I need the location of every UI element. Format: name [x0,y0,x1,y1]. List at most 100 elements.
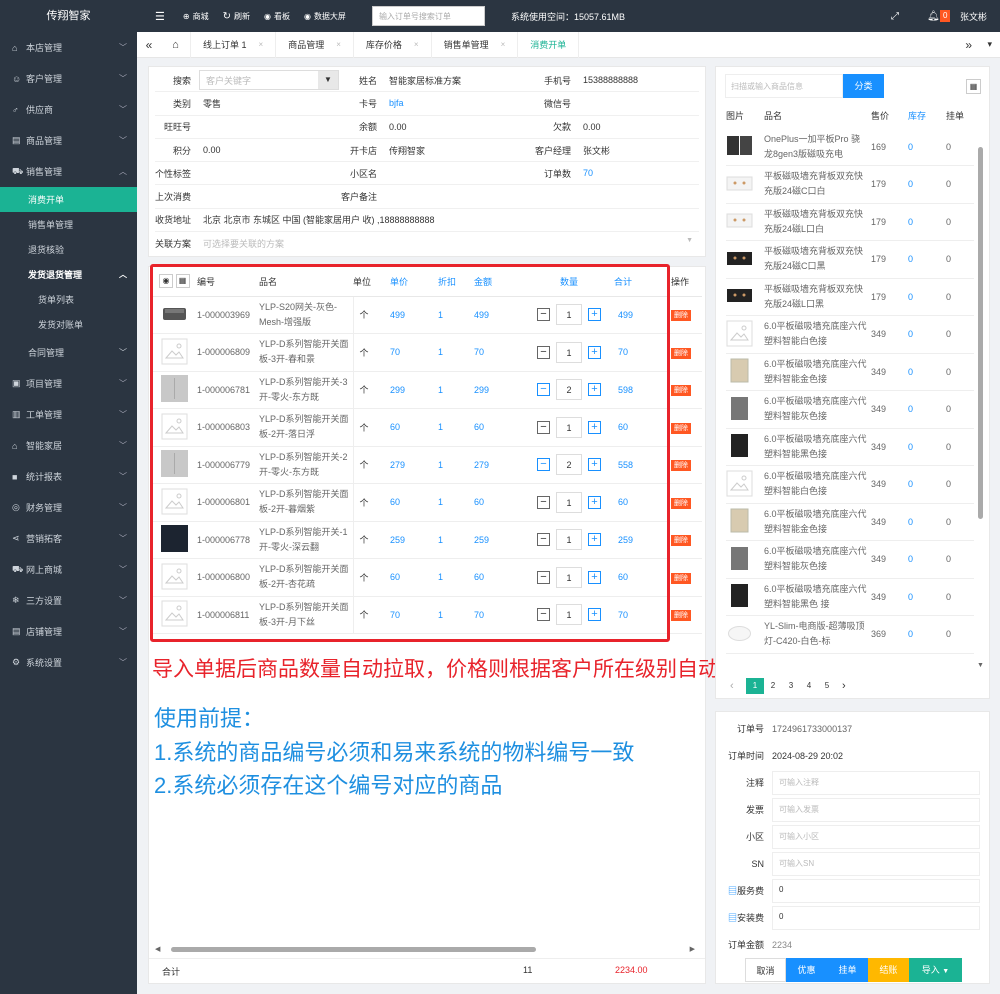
sidebar-bottom-item-5[interactable]: ⋖ 营销拓客 ﹀ [0,523,137,554]
menu-icon[interactable]: ☰ [155,10,165,23]
community-input[interactable]: 可输入小区 [772,824,980,849]
customer-search-input[interactable]: 客户关键字 ▼ [199,70,339,91]
sidebar-bottom-item-4[interactable]: ◎ 财务管理 ﹀ [0,492,137,523]
settle-button[interactable]: 结账 [868,958,909,982]
dropdown-icon[interactable]: ▼ [318,71,338,90]
v-scrollbar[interactable]: ▼ [977,139,985,669]
sidebar-sub-1[interactable]: 销售单管理 [0,212,137,237]
sidebar-bottom-item-7[interactable]: ❄ 三方设置 ﹀ [0,585,137,616]
page-2[interactable]: 2 [764,678,782,694]
sidebar-bottom-item-0[interactable]: ▣ 项目管理 ﹀ [0,368,137,399]
sidebar-contract[interactable]: 合同管理 ﹀ [0,337,137,368]
address-link[interactable]: 收货地址 [155,213,199,226]
home-icon[interactable]: ⌂ [161,31,191,58]
delete-button[interactable]: 删除 [671,610,691,622]
discount-button[interactable]: 优惠 [786,958,827,982]
screen-button[interactable]: ◉ 数据大屏 [304,11,346,22]
sidebar-item-2[interactable]: ♂ 供应商 ﹀ [0,94,137,125]
tabs-menu-icon[interactable]: ▾ [987,39,992,50]
bell-icon[interactable]: 🔔︎ [927,11,940,22]
list-item[interactable]: YL-Slim-电商版-超薄吸顶灯-C420-白色-标 369 0 0 [726,615,974,654]
delete-button[interactable]: 删除 [671,422,691,434]
service-fee-input[interactable]: 0 [772,878,980,903]
page-5[interactable]: 5 [818,678,836,694]
list-item[interactable]: OnePlus一加平板Pro 骁龙8gen3版磁吸充电 169 0 0 [726,128,974,166]
order-search-input[interactable]: 输入订单号搜索订单 [371,6,485,26]
tabs-prev-icon[interactable]: « [137,38,161,52]
invoice-input[interactable]: 可输入发票 [772,797,980,822]
qr-icon[interactable]: ▦ [966,79,981,94]
sidebar-sub-2[interactable]: 退货核验 [0,237,137,262]
board-button[interactable]: ◉ 看板 [264,11,290,22]
page-3[interactable]: 3 [782,678,800,694]
scroll-left-icon[interactable]: ◀ [155,945,160,953]
sidebar-item-1[interactable]: ☺ 客户管理 ﹀ [0,63,137,94]
list-item[interactable]: 6.0平板磁吸墙充底座六代塑料智能黑色 接 349 0 0 [726,578,974,616]
fullscreen-icon[interactable]: ⤢ [891,11,899,22]
scroll-down-icon[interactable]: ▼ [977,662,984,669]
list-item[interactable]: 6.0平板磁吸墙充底座六代塑料智能白色接 349 0 0 [726,465,974,504]
sidebar-bottom-item-3[interactable]: ■ 统计报表 ﹀ [0,461,137,492]
page-prev-icon[interactable]: ‹ [730,680,746,692]
list-item[interactable]: 平板磁吸墙充背板双充快充版24磁C口白 179 0 0 [726,165,974,204]
close-icon[interactable]: × [414,32,419,58]
list-item[interactable]: 6.0平板磁吸墙充底座六代塑料智能灰色接 349 0 0 [726,540,974,579]
page-1[interactable]: 1 [746,678,764,694]
list-item[interactable]: 平板磁吸墙充背板双充快充版24磁C口黑 179 0 0 [726,240,974,279]
list-item[interactable]: 6.0平板磁吸墙充底座六代塑料智能灰色接 349 0 0 [726,390,974,429]
list-item[interactable]: 6.0平板磁吸墙充底座六代塑料智能金色接 349 0 0 [726,503,974,541]
delete-button[interactable]: 删除 [671,310,691,322]
page-next-icon[interactable]: › [842,680,858,692]
page-4[interactable]: 4 [800,678,818,694]
list-item[interactable]: 平板磁吸墙充背板双充快充版24磁L口黑 179 0 0 [726,278,974,316]
import-button[interactable]: 导入 ▼ [909,958,962,982]
sidebar-ship-1[interactable]: 发货对账单 [0,312,137,337]
tab-3[interactable]: 销售单管理 × [432,31,519,58]
sn-input[interactable]: 可输入SN [772,851,980,876]
sidebar-bottom-item-2[interactable]: ⌂ 智能家居 ﹀ [0,430,137,461]
h-scrollbar[interactable]: ◀ ▶ [155,945,695,954]
tab-2[interactable]: 库存价格 × [354,31,432,58]
sidebar-bottom-item-6[interactable]: ⛟ 网上商城 ﹀ [0,554,137,585]
sidebar-item-4[interactable]: ⛟ 销售管理 ︿ [0,156,137,187]
close-icon[interactable]: × [336,32,341,58]
delete-button[interactable]: 删除 [671,460,691,472]
scroll-right-icon[interactable]: ▶ [690,945,695,953]
list-item[interactable]: 6.0平板磁吸墙充底座六代塑料智能金色接 349 0 0 [726,353,974,391]
sidebar-ship-0[interactable]: 货单列表 [0,287,137,312]
tab-1[interactable]: 商品管理 × [276,31,354,58]
delete-button[interactable]: 删除 [671,535,691,547]
v-scroll-thumb[interactable] [978,147,983,519]
list-item[interactable]: 平板磁吸墙充背板双充快充版24磁L口白 179 0 0 [726,203,974,241]
mall-button[interactable]: ⊕ 商城 [183,11,209,22]
hang-button[interactable]: 挂单 [827,958,868,982]
list-item[interactable]: 6.0平板磁吸墙充底座六代塑料智能黑色接 349 0 0 [726,428,974,466]
sidebar-bottom-item-9[interactable]: ⚙ 系统设置 ﹀ [0,647,137,678]
sidebar-item-3[interactable]: ▤ 商品管理 ﹀ [0,125,137,156]
delete-button[interactable]: 删除 [671,497,691,509]
class-button[interactable]: 分类 [843,74,884,98]
tabs-next-icon[interactable]: » [965,38,972,52]
close-icon[interactable]: × [501,32,506,58]
refresh-button[interactable]: ↻ 刷新 [223,11,250,22]
delete-button[interactable]: 删除 [671,385,691,397]
sidebar-sub-3[interactable]: 发货退货管理 ︿ [0,262,137,287]
cancel-button[interactable]: 取消 [745,958,786,982]
tab-0[interactable]: 线上订单 1 × [191,31,277,58]
user-name[interactable]: 张文彬 [960,10,987,23]
close-icon[interactable]: × [259,32,264,58]
tab-4[interactable]: 消费开单 [518,31,580,58]
catalog-search-input[interactable]: 扫描或输入商品信息 [725,74,843,98]
sidebar-item-0[interactable]: ⌂ 本店管理 ﹀ [0,32,137,63]
install-fee-input[interactable]: 0 [772,905,980,930]
list-item[interactable]: 6.0平板磁吸墙充底座六代塑料智能白色接 349 0 0 [726,315,974,354]
sidebar-sub-0[interactable]: 消费开单 [0,187,137,212]
sidebar-bottom-item-1[interactable]: ▥ 工单管理 ﹀ [0,399,137,430]
delete-button[interactable]: 删除 [671,347,691,359]
delete-button[interactable]: 删除 [671,572,691,584]
sidebar-icon: ▤ [12,626,21,636]
plan-select[interactable]: 可选择要关联的方案 ▼ [199,237,699,250]
h-scroll-thumb[interactable] [171,947,536,952]
sidebar-bottom-item-8[interactable]: ▤ 店铺管理 ﹀ [0,616,137,647]
note-input[interactable]: 可输入注释 [772,770,980,795]
